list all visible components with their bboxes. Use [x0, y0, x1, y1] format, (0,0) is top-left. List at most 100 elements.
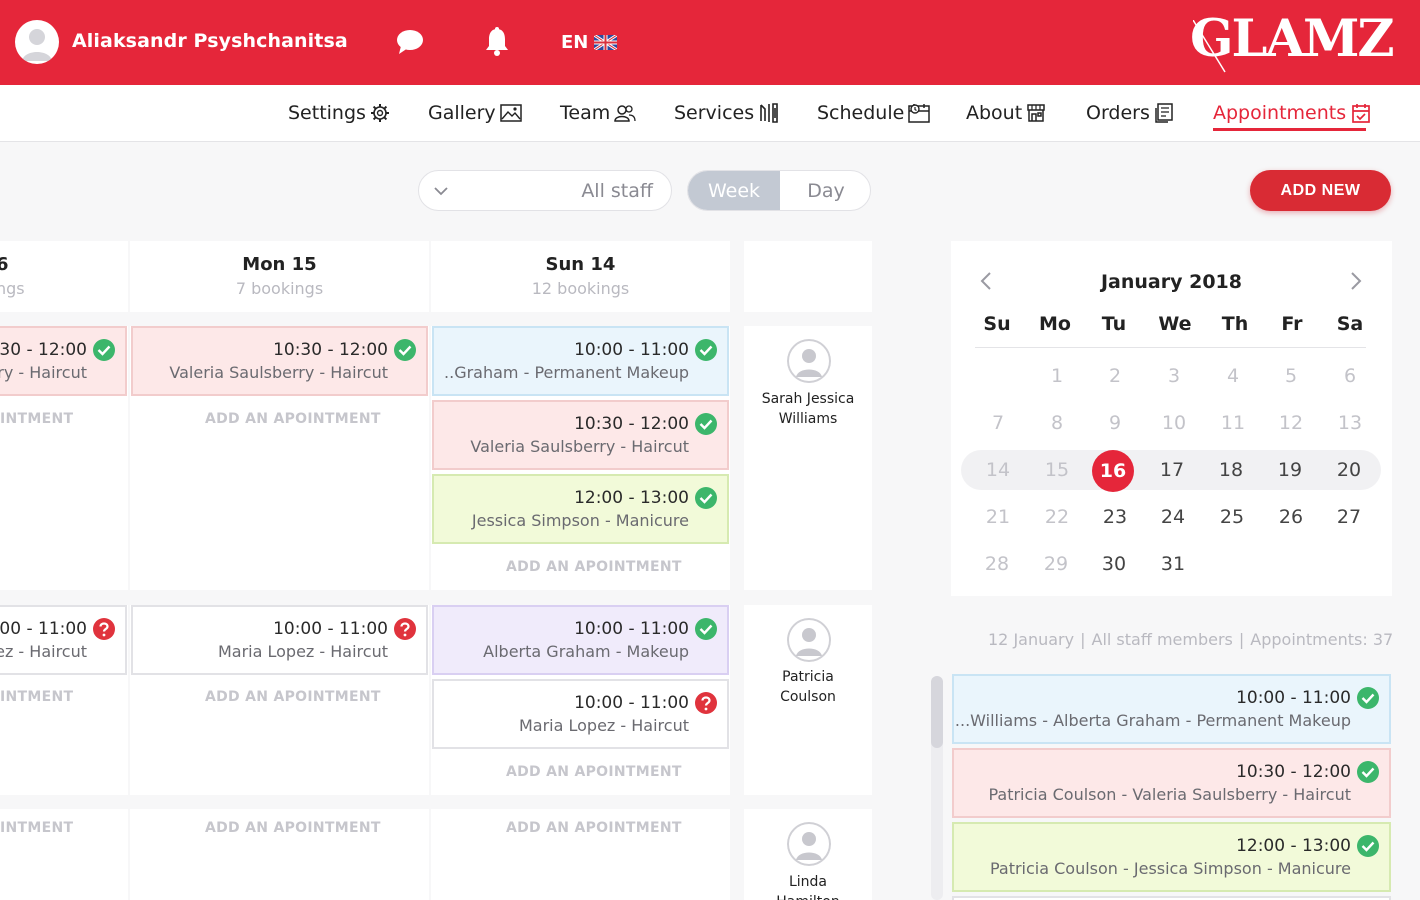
nav-orders[interactable]: Orders [1086, 102, 1174, 124]
team-icon [614, 104, 636, 122]
calendar-day[interactable]: 15 [1035, 450, 1079, 490]
calendar-day[interactable]: 20 [1327, 450, 1371, 490]
appointment-card[interactable]: 10:30 - 12:00 Valeria Saulsberry - Hairc… [131, 326, 428, 396]
nav-settings[interactable]: Settings [288, 102, 390, 124]
weekday-label: Mo [1039, 313, 1071, 335]
appointment-time: 0:30 - 12:00 [0, 340, 87, 360]
add-appointment-link[interactable]: INTMENT [0, 411, 73, 427]
calendar-day[interactable]: 21 [976, 497, 1020, 537]
view-day-button[interactable]: Day [780, 171, 870, 210]
add-appointment-link[interactable]: ADD AN APOINTMENT [205, 689, 381, 705]
calendar-day[interactable]: 1 [1035, 356, 1079, 396]
appointment-description: Maria Lopez - Haircut [518, 716, 689, 735]
calendar-day[interactable]: 18 [1209, 450, 1253, 490]
day-list-appointment[interactable] [952, 896, 1391, 900]
add-appointment-link[interactable]: INTMENT [0, 689, 73, 705]
nav-schedule[interactable]: Schedule [817, 102, 931, 124]
summary-separator: | [1080, 630, 1086, 649]
language-switcher[interactable]: EN [561, 32, 618, 53]
appointment-time: 10:30 - 12:00 [574, 414, 689, 434]
calendar-day[interactable]: 24 [1151, 497, 1195, 537]
user-avatar[interactable] [15, 20, 59, 64]
calendar-day[interactable]: 11 [1211, 403, 1255, 443]
day-list-appointment[interactable]: 10:30 - 12:00 Patricia Coulson - Valeria… [952, 748, 1391, 818]
confirmed-check-icon [1356, 686, 1380, 710]
calendar-day[interactable]: 17 [1150, 450, 1194, 490]
staff-filter-select[interactable]: All staff [418, 170, 672, 211]
day-header-subtitle: 12 bookings [531, 279, 630, 298]
nav-team[interactable]: Team [560, 102, 636, 124]
unconfirmed-question-icon [694, 691, 718, 715]
appointment-card[interactable]: 10:00 - 11:00 Alberta Graham - Makeup [432, 605, 729, 675]
day-list-appointment[interactable]: 10:00 - 11:00 ...Williams - Alberta Grah… [952, 674, 1391, 744]
calendar-day[interactable]: 14 [976, 450, 1020, 490]
username[interactable]: Aliaksandr Psyshchanitsa [72, 30, 348, 52]
chevron-right-icon[interactable] [1348, 271, 1364, 291]
calendar-day[interactable]: 10 [1152, 403, 1196, 443]
day-header-title: Mon 15 [242, 254, 317, 275]
calendar-day[interactable]: 8 [1035, 403, 1079, 443]
weekday-label: Th [1221, 313, 1249, 335]
confirmed-check-icon [1356, 760, 1380, 784]
calendar-day[interactable]: 28 [975, 544, 1019, 584]
appointment-card[interactable]: 10:00 - 11:00 Maria Lopez - Haircut [432, 679, 729, 749]
calendar-day[interactable]: 22 [1035, 497, 1079, 537]
add-appointment-link[interactable]: ADD AN APOINTMENT [506, 764, 682, 780]
weekday-label: Sa [1336, 313, 1364, 335]
calendar-day[interactable]: 27 [1327, 497, 1371, 537]
confirmed-check-icon [694, 338, 718, 362]
calendar-day[interactable]: 3 [1152, 356, 1196, 396]
calendar-day[interactable]: 19 [1268, 450, 1312, 490]
calendar-day[interactable]: 6 [1328, 356, 1372, 396]
nav-about-label: About [966, 102, 1023, 124]
calendar-day[interactable]: 29 [1034, 544, 1078, 584]
chat-bubble-icon[interactable] [396, 29, 424, 55]
add-appointment-link[interactable]: INTMENT [0, 820, 73, 836]
nav-services[interactable]: Services [674, 102, 780, 124]
calendar-day[interactable]: 13 [1328, 403, 1372, 443]
nav-gallery[interactable]: Gallery [428, 102, 522, 124]
day-list-appointment[interactable]: 12:00 - 13:00 Patricia Coulson - Jessica… [952, 822, 1391, 892]
day-list-scrollbar-thumb[interactable] [931, 676, 943, 748]
staff-name-line2: Hamilton [744, 892, 872, 900]
appointment-card[interactable]: 0:00 - 11:00 ez - Haircut [0, 605, 127, 675]
calendar-day[interactable]: 7 [976, 403, 1020, 443]
appointment-description: Valeria Saulsberry - Haircut [470, 437, 689, 456]
appointment-description: ...Williams - Alberta Graham - Permanent… [954, 711, 1351, 730]
calendar-day[interactable]: 25 [1210, 497, 1254, 537]
staff-card[interactable]: Linda Hamilton [744, 809, 872, 900]
calendar-day[interactable]: 5 [1269, 356, 1313, 396]
add-new-button[interactable]: ADD NEW [1250, 170, 1391, 211]
bell-icon[interactable] [484, 27, 510, 57]
add-appointment-link[interactable]: ADD AN APOINTMENT [205, 820, 381, 836]
nav-appointments[interactable]: Appointments [1213, 102, 1372, 124]
calendar-day-selected[interactable]: 16 [1091, 451, 1135, 491]
calendar-divider [975, 347, 1366, 348]
calendar-day[interactable]: 23 [1093, 497, 1137, 537]
calendar-day[interactable]: 31 [1151, 544, 1195, 584]
nav-about[interactable]: About [966, 102, 1046, 124]
appointment-time: 10:00 - 11:00 [574, 693, 689, 713]
calendar-day[interactable]: 26 [1269, 497, 1313, 537]
calendar-day[interactable]: 9 [1093, 403, 1137, 443]
calendar-day[interactable]: 30 [1092, 544, 1136, 584]
add-appointment-link[interactable]: ADD AN APOINTMENT [205, 411, 381, 427]
staff-card[interactable]: Patricia Coulson [744, 605, 872, 795]
appointment-card[interactable]: 12:00 - 13:00 Jessica Simpson - Manicure [432, 474, 729, 544]
calendar-day[interactable]: 12 [1269, 403, 1313, 443]
appointment-card[interactable]: 10:00 - 11:00 Maria Lopez - Haircut [131, 605, 428, 675]
appointment-card[interactable]: 0:30 - 12:00 ry - Haircut [0, 326, 127, 396]
summary-staff: All staff members [1091, 630, 1233, 649]
appointment-card[interactable]: 10:30 - 12:00 Valeria Saulsberry - Hairc… [432, 400, 729, 470]
add-appointment-link[interactable]: ADD AN APOINTMENT [506, 559, 682, 575]
weekday-label: Tu [1101, 313, 1127, 335]
calendar-day[interactable]: 2 [1093, 356, 1137, 396]
add-appointment-link[interactable]: ADD AN APOINTMENT [506, 820, 682, 836]
appointment-time: 10:00 - 11:00 [574, 619, 689, 639]
appointment-card[interactable]: 10:00 - 11:00 ..Graham - Permanent Makeu… [432, 326, 729, 396]
unconfirmed-question-icon [393, 617, 417, 641]
view-week-button[interactable]: Week [688, 171, 780, 210]
staff-card[interactable]: Sarah Jessica Williams [744, 326, 872, 590]
top-bar: Aliaksandr Psyshchanitsa EN GLAMZ [0, 0, 1420, 85]
calendar-day[interactable]: 4 [1211, 356, 1255, 396]
